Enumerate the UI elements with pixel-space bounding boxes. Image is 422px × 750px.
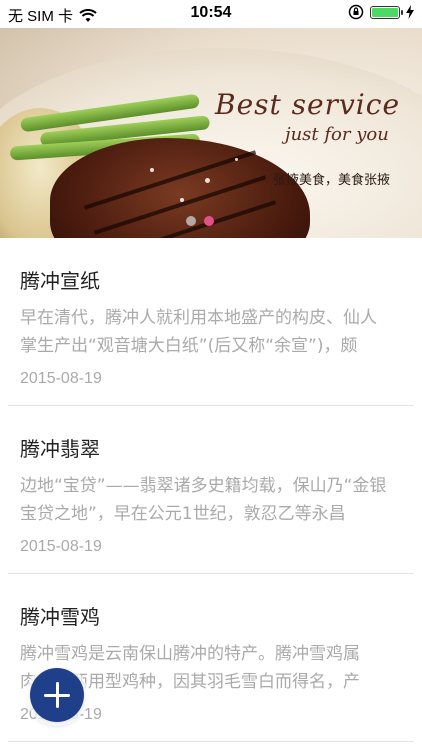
list-item[interactable]: 腾冲宣纸 早在清代，腾冲人就利用本地盛产的构皮、仙人掌生产出“观音塘大白纸”(后… [0, 238, 422, 406]
item-title: 腾冲雪鸡 [20, 605, 100, 629]
item-title: 腾冲翡翠 [20, 437, 100, 461]
orientation-lock-icon [348, 4, 364, 20]
pager-dot[interactable] [186, 216, 196, 226]
sparkle [180, 198, 184, 202]
item-summary: 边地“宝贷”——翡翠诸多史籍均载，保山乃“金银宝贷之地”，早在公元1世纪，敦忍乙… [20, 476, 387, 524]
charging-icon [406, 5, 414, 19]
sparkle [235, 158, 238, 161]
banner-script-title: Best service [215, 88, 401, 121]
article-list: 腾冲宣纸 早在清代，腾冲人就利用本地盛产的构皮、仙人掌生产出“观音塘大白纸”(后… [0, 238, 422, 742]
pager-dot-active[interactable] [204, 216, 214, 226]
status-right [348, 4, 414, 20]
add-button[interactable] [30, 668, 84, 722]
item-date: 2015-08-19 [20, 370, 102, 387]
banner-script-subtitle: just for you [285, 124, 389, 145]
item-title: 腾冲宣纸 [20, 269, 100, 293]
banner-carousel[interactable]: Best service just for you 张掖美食，美食张掖 [0, 28, 422, 238]
status-bar: 无 SIM 卡 10:54 [0, 0, 422, 28]
item-summary: 早在清代，腾冲人就利用本地盛产的构皮、仙人掌生产出“观音塘大白纸”(后又称“余宣… [20, 308, 377, 356]
carousel-pager[interactable] [186, 216, 214, 226]
list-item[interactable]: 腾冲翡翠 边地“宝贷”——翡翠诸多史籍均载，保山乃“金银宝贷之地”，早在公元1世… [0, 406, 422, 574]
sparkle [150, 168, 154, 172]
plus-icon [55, 682, 59, 708]
sparkle [205, 178, 210, 183]
item-date: 2015-08-19 [20, 538, 102, 555]
banner-slogan: 张掖美食，美食张掖 [273, 173, 391, 188]
battery-icon [370, 5, 403, 19]
